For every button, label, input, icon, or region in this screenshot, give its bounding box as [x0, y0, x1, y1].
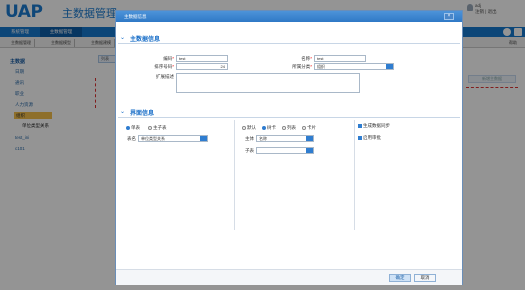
chevron-down-icon[interactable]: ⌄ [120, 108, 125, 115]
code-label: 编码* [163, 56, 174, 61]
section-basic: ⌄ 主数据信息 [118, 32, 460, 44]
category-label: 所属分类* [292, 64, 312, 69]
sub-label: 子表 [245, 148, 254, 153]
desc-textarea[interactable] [176, 73, 360, 93]
select-icon[interactable] [306, 148, 313, 153]
style-select[interactable]: 单位类型关系 [138, 135, 208, 142]
desc-label: 扩展描述 [156, 74, 174, 79]
checkbox-approval[interactable]: 启用审批 [358, 135, 381, 141]
category-value: 组织 [317, 64, 325, 69]
checkbox-sync[interactable]: 生成数据同步 [358, 123, 390, 129]
code-field[interactable]: test [176, 55, 228, 62]
section-title: 界面信息 [130, 111, 155, 117]
style-value: 单位类型关系 [141, 136, 165, 141]
chevron-down-icon[interactable]: ⌄ [120, 34, 125, 41]
cancel-button[interactable]: 取消 [414, 274, 436, 282]
dialog-footer: 确定 取消 [116, 269, 462, 285]
column-divider [234, 120, 235, 230]
radio-dot[interactable] [282, 125, 286, 130]
radio-card[interactable]: 卡片 [302, 125, 316, 131]
main-value: 名称 [259, 136, 267, 141]
checkbox-icon[interactable] [358, 123, 362, 128]
radio-dot[interactable] [148, 125, 152, 130]
style-label: 表名 [127, 136, 136, 141]
section-title: 主数据信息 [130, 37, 161, 43]
close-icon[interactable]: × [444, 13, 454, 20]
order-label: 排序号码* [154, 64, 174, 69]
radio-single[interactable]: 单表 [126, 125, 140, 131]
radio-default[interactable]: 默认 [242, 125, 256, 131]
select-icon[interactable] [386, 64, 393, 69]
main-label: 主体 [245, 136, 254, 141]
ok-button[interactable]: 确定 [389, 274, 411, 282]
dialog-body: ⌄ 主数据信息 编码* test 名称* test 排序号码* 24 所属分类*… [116, 22, 462, 269]
masterdata-dialog: 主数据信息 × ⌄ 主数据信息 编码* test 名称* test 排序号码* … [115, 10, 463, 285]
category-select[interactable]: 组织 [314, 63, 394, 70]
dialog-title-text: 主数据信息 [124, 14, 147, 19]
select-icon[interactable] [306, 136, 313, 141]
radio-dot[interactable] [242, 125, 246, 130]
radio-dot[interactable] [302, 125, 306, 130]
radio-dot[interactable] [126, 125, 130, 130]
sub-select[interactable] [256, 147, 314, 154]
select-icon[interactable] [200, 136, 207, 141]
order-field[interactable]: 24 [176, 63, 228, 70]
name-label: 名称* [301, 56, 312, 61]
dialog-title: 主数据信息 × [116, 11, 462, 22]
name-field[interactable]: test [314, 55, 366, 62]
radio-tree-card[interactable]: 树卡 [262, 125, 276, 131]
radio-master-sub[interactable]: 主子表 [148, 125, 167, 131]
main-select[interactable]: 名称 [256, 135, 314, 142]
radio-list[interactable]: 列表 [282, 125, 296, 131]
section-ui: ⌄ 界面信息 [118, 106, 460, 118]
radio-dot[interactable] [262, 125, 266, 130]
checkbox-icon[interactable] [358, 135, 362, 140]
column-divider [354, 120, 355, 230]
